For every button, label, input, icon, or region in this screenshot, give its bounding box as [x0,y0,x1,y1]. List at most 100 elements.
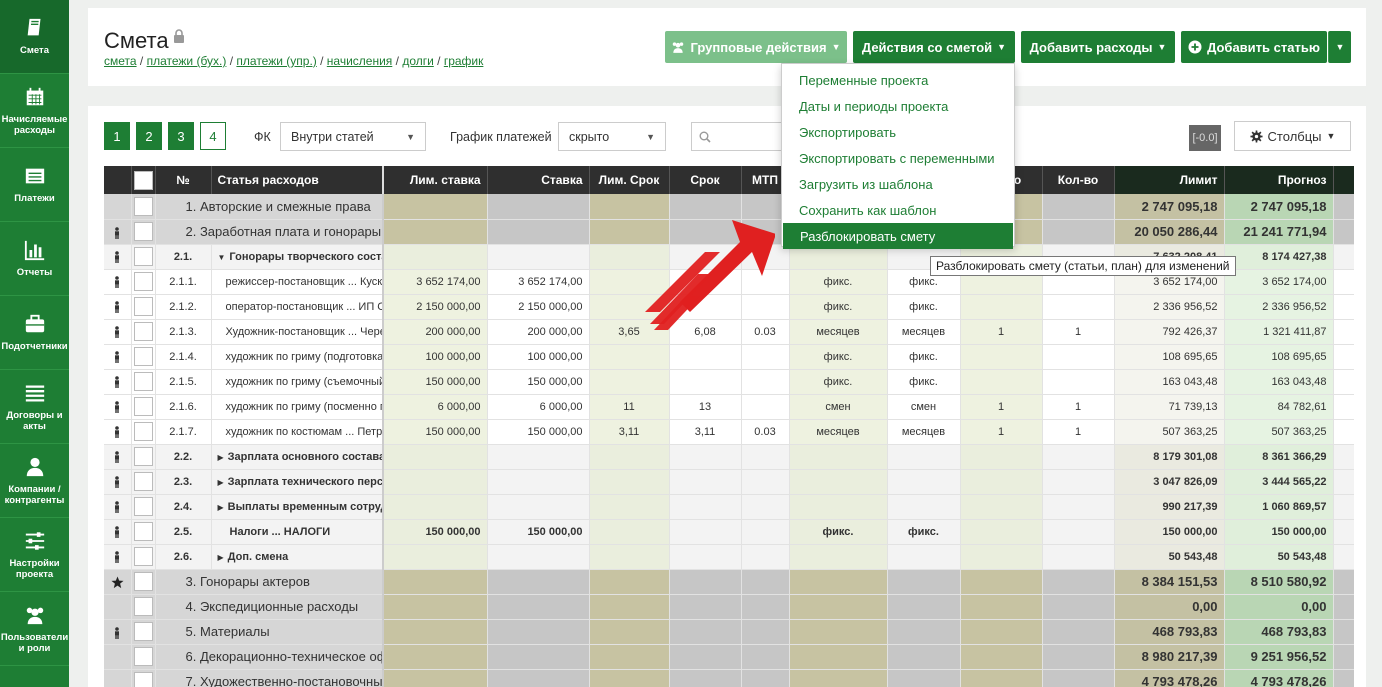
table-row[interactable]: 2.1.7. художник по костюмам ... Петрова 15… [104,419,1354,445]
cell-qty2[interactable] [1042,644,1115,670]
cell-qty1[interactable] [960,369,1043,395]
row-name[interactable]: художник по гриму (подготовка) [211,344,384,370]
cell-unit2[interactable]: фикс. [887,344,961,370]
cell-rate[interactable]: 2 150 000,00 [487,294,590,320]
cell-qty1[interactable] [960,519,1043,545]
menu-item-load-template[interactable]: Загрузить из шаблона [782,171,1014,197]
group-actions-button[interactable]: Групповые действия ▼ [665,31,847,63]
cell-unit1[interactable] [789,619,888,645]
header-name[interactable]: Статья расходов [211,166,384,194]
row-name[interactable]: 1. Авторские и смежные права [155,194,384,220]
person-icon[interactable] [112,350,122,363]
row-checkbox[interactable] [133,422,153,441]
cell-lim-rate[interactable] [383,244,488,270]
cell-lim-term[interactable] [589,519,670,545]
row-checkbox[interactable] [133,247,153,266]
row-checkbox[interactable] [133,622,153,641]
cell-unit1[interactable] [789,569,888,595]
cell-lim-rate[interactable] [383,644,488,670]
cell-qty2[interactable]: 1 [1042,319,1115,345]
cell-unit1[interactable]: смен [789,394,888,420]
header-limit[interactable]: Лимит [1114,166,1225,194]
menu-item-export-with-variables[interactable]: Экспортировать с переменными [782,145,1014,171]
cell-unit1[interactable]: месяцев [789,419,888,445]
cell-qty2[interactable] [1042,494,1115,520]
cell-qty1[interactable] [960,544,1043,570]
row-checkbox[interactable] [133,222,153,241]
cell-rate[interactable] [487,244,590,270]
cell-rate[interactable] [487,219,590,245]
cell-lim-rate[interactable] [383,569,488,595]
caret-down-icon[interactable]: ▼ [218,253,226,262]
row-checkbox[interactable] [133,547,153,566]
cell-mtp[interactable] [741,619,790,645]
cell-mtp[interactable] [741,444,790,470]
cell-unit1[interactable] [789,644,888,670]
cell-qty2[interactable] [1042,619,1115,645]
cell-lim-term[interactable] [589,669,670,687]
cell-unit1[interactable]: фикс. [789,344,888,370]
cell-qty2[interactable] [1042,594,1115,620]
cell-term[interactable]: 13 [669,394,742,420]
row-select-cell[interactable] [131,619,156,645]
row-name[interactable]: ▶Зарплата технического персонала [211,469,384,495]
cell-unit2[interactable] [887,619,961,645]
header-rate[interactable]: Ставка [487,166,590,194]
row-checkbox[interactable] [133,672,153,687]
row-select-cell[interactable] [131,469,156,495]
row-select-cell[interactable] [131,644,156,670]
page-button-1[interactable]: 1 [104,122,130,150]
cell-lim-term[interactable] [589,494,670,520]
cell-lim-term[interactable] [589,569,670,595]
row-name[interactable]: Налоги ... НАЛОГИ [211,519,384,545]
cell-unit2[interactable] [887,569,961,595]
menu-item-project-variables[interactable]: Переменные проекта [782,67,1014,93]
cell-lim-rate[interactable]: 100 000,00 [383,344,488,370]
person-icon[interactable] [112,250,122,263]
table-row[interactable]: 2.1.4. художник по гриму (подготовка) 100 … [104,344,1354,370]
cell-rate[interactable]: 150 000,00 [487,369,590,395]
cell-lim-rate[interactable] [383,444,488,470]
cell-mtp[interactable] [741,394,790,420]
cell-lim-rate[interactable] [383,469,488,495]
cell-lim-rate[interactable]: 2 150 000,00 [383,294,488,320]
cell-rate[interactable] [487,544,590,570]
row-name[interactable]: ▶Выплаты временным сотрудникам [211,494,384,520]
table-row[interactable]: 2.2.▶Зарплата основного состава съемочно… [104,444,1354,470]
cell-lim-rate[interactable]: 150 000,00 [383,369,488,395]
cell-term[interactable]: 3,11 [669,419,742,445]
breadcrumb-payments-acc[interactable]: платежи (бух.) [147,54,227,68]
cell-term[interactable] [669,469,742,495]
cell-mtp[interactable]: 0.03 [741,419,790,445]
row-name[interactable]: 7. Художественно-постановочные расходы [155,669,384,687]
cell-qty1[interactable] [960,644,1043,670]
cell-unit1[interactable] [789,594,888,620]
cell-term[interactable] [669,544,742,570]
add-item-dropdown-toggle[interactable]: ▼ [1328,31,1351,63]
cell-qty1[interactable] [960,594,1043,620]
cell-unit2[interactable] [887,644,961,670]
header-term[interactable]: Срок [669,166,742,194]
add-item-button[interactable]: Добавить статью [1181,31,1327,63]
cell-lim-term[interactable]: 11 [589,394,670,420]
cell-lim-rate[interactable]: 150 000,00 [383,419,488,445]
cell-lim-term[interactable] [589,369,670,395]
row-name[interactable]: 5. Материалы [155,619,384,645]
cell-unit2[interactable]: фикс. [887,519,961,545]
row-name[interactable]: ▶ Доп. смена [211,544,384,570]
cell-rate[interactable] [487,644,590,670]
menu-item-save-template[interactable]: Сохранить как шаблон [782,197,1014,223]
page-button-3[interactable]: 3 [168,122,194,150]
row-select-cell[interactable] [131,344,156,370]
cell-unit1[interactable]: фикс. [789,294,888,320]
person-icon[interactable] [112,400,122,413]
cell-qty2[interactable] [1042,569,1115,595]
cell-unit1[interactable] [789,444,888,470]
row-checkbox[interactable] [133,497,153,516]
person-icon[interactable] [112,475,122,488]
caret-right-icon[interactable]: ▶ [218,453,224,462]
row-name[interactable]: художник по гриму (посменно по [211,394,384,420]
row-checkbox[interactable] [133,272,153,291]
cell-qty2[interactable] [1042,519,1115,545]
row-name[interactable]: Художник-постановщик ... Черепанов [211,319,384,345]
